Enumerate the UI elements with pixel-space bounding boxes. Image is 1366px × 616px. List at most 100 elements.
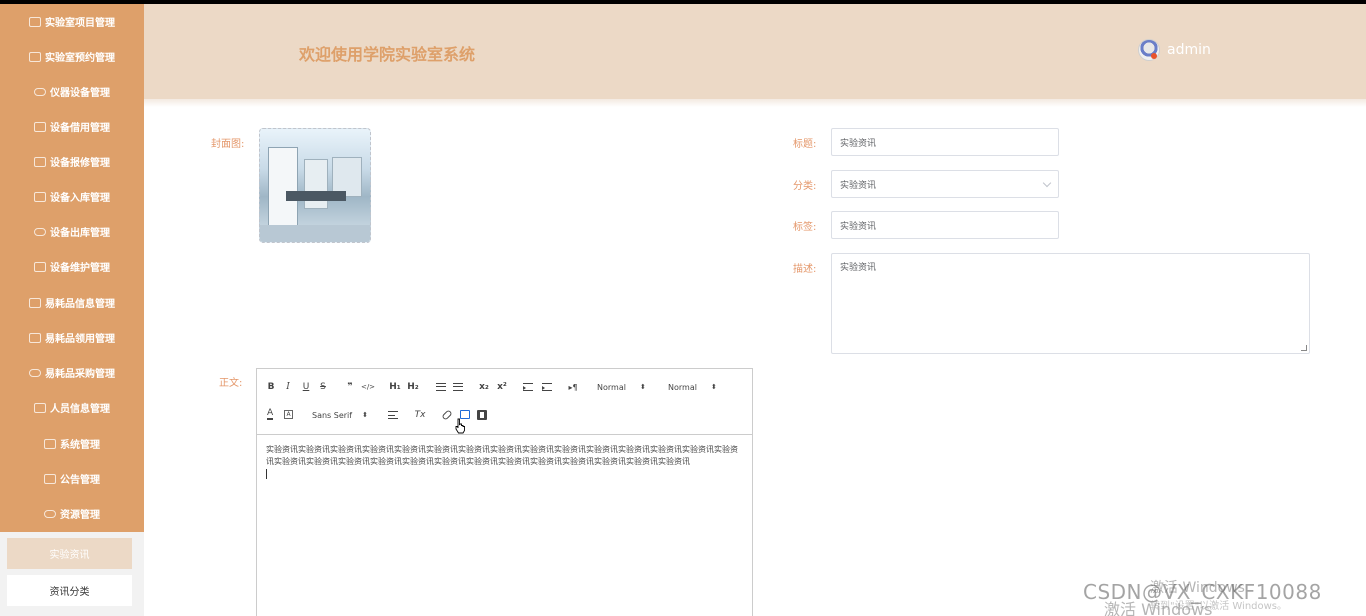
header-shadow	[144, 99, 1366, 107]
sidebar-item-label: 资源管理	[60, 510, 100, 521]
sidebar-item-consumable-purchase[interactable]: 易耗品采购管理	[0, 355, 144, 390]
body-label: 正文:	[219, 378, 243, 389]
font-color-icon[interactable]: A	[267, 409, 274, 420]
sidebar-item-repair-report[interactable]: 设备报修管理	[0, 144, 144, 179]
edit-icon	[34, 261, 46, 272]
sidebar-item-system[interactable]: 系统管理	[0, 426, 144, 461]
editor-content[interactable]: 实验资讯实验资讯实验资讯实验资讯实验资讯实验资讯实验资讯实验资讯实验资讯实验资讯…	[266, 444, 744, 483]
sidebar-item-personnel[interactable]: 人员信息管理	[0, 390, 144, 425]
font-select-value: Sans Serif	[312, 410, 353, 420]
bold-button[interactable]: B	[266, 380, 276, 394]
document-icon	[34, 156, 46, 167]
category-value: 实验资讯	[840, 180, 877, 191]
tag-input[interactable]: 实验资讯	[831, 211, 1059, 239]
align-icon[interactable]	[388, 411, 398, 419]
font-select[interactable]: Sans Serif ⬍	[312, 408, 368, 422]
text-caret	[266, 469, 267, 479]
sidebar-item-maintenance[interactable]: 设备维护管理	[0, 249, 144, 284]
subscript-button[interactable]: x₂	[477, 380, 491, 394]
cover-image-upload[interactable]	[259, 128, 371, 243]
clean-format-button[interactable]: Tx	[414, 408, 426, 422]
table-icon	[44, 438, 56, 449]
edit-icon	[44, 473, 56, 484]
sidebar-item-label: 人员信息管理	[50, 404, 110, 415]
cloud-icon	[44, 509, 56, 518]
sidebar-item-label: 公告管理	[60, 475, 100, 486]
sidebar-item-resources[interactable]: 资源管理	[0, 496, 144, 531]
table-icon	[29, 332, 41, 343]
sidebar-item-label: 实验室项目管理	[45, 18, 115, 29]
bullet-list-icon[interactable]	[453, 383, 463, 391]
editor-toolbar: B I U S ❞ </> H₁ H₂ x₂ x² ▸¶ Normal ⬍ Nor…	[257, 369, 752, 435]
sidebar-item-stock-out[interactable]: 设备出库管理	[0, 214, 144, 249]
updown-icon: ⬍	[639, 383, 646, 391]
indent-icon[interactable]	[542, 383, 552, 391]
sidebar-item-label: 系统管理	[60, 440, 100, 451]
sidebar-item-label: 设备出库管理	[50, 228, 110, 239]
top-header: 欢迎使用学院实验室系统 admin	[144, 4, 1366, 99]
underline-button[interactable]: U	[301, 380, 311, 394]
table-icon	[29, 16, 41, 27]
blockquote-button[interactable]: ❞	[344, 380, 356, 394]
title-input[interactable]: 实验资讯	[831, 128, 1059, 156]
video-icon[interactable]	[477, 410, 487, 420]
username[interactable]: admin	[1167, 42, 1211, 58]
ordered-list-icon[interactable]	[436, 383, 446, 391]
sidebar-item-lab-booking[interactable]: 实验室预约管理	[0, 39, 144, 74]
background-color-icon[interactable]: A	[284, 410, 293, 419]
sidebar-item-stock-in[interactable]: 设备入库管理	[0, 179, 144, 214]
strike-button[interactable]: S	[318, 380, 328, 394]
cover-image-detail	[268, 147, 298, 227]
updown-icon: ⬍	[710, 383, 717, 391]
resize-handle-icon[interactable]	[1301, 345, 1307, 351]
category-label: 分类:	[793, 181, 817, 192]
edit-icon	[34, 402, 46, 413]
sidebar-item-consumable-info[interactable]: 易耗品信息管理	[0, 285, 144, 320]
superscript-button[interactable]: x²	[495, 380, 509, 394]
sidebar-item-label: 设备报修管理	[50, 158, 110, 169]
avatar[interactable]	[1138, 39, 1160, 61]
description-value: 实验资讯	[840, 263, 877, 273]
header-select[interactable]: Normal ⬍	[668, 380, 717, 394]
category-select[interactable]: 实验资讯	[831, 170, 1059, 198]
windows-activation-hint: 转到"设置"以激活 Windows。	[1150, 601, 1288, 612]
cover-image-detail	[286, 191, 346, 201]
italic-button[interactable]: I	[283, 380, 293, 394]
sidebar-item-lab-project[interactable]: 实验室项目管理	[0, 4, 144, 39]
h1-button[interactable]: H₁	[388, 380, 402, 394]
hand-cursor-icon	[455, 418, 465, 434]
outdent-icon[interactable]	[523, 383, 533, 391]
updown-icon: ⬍	[362, 411, 368, 419]
sidebar-item-label: 实验室预约管理	[45, 53, 115, 64]
submenu-item-lab-news[interactable]: 实验资讯	[7, 538, 132, 569]
cover-image-detail	[260, 225, 370, 242]
header-select-value: Normal	[668, 382, 697, 392]
cloud-icon	[34, 227, 46, 236]
cloud-icon	[34, 87, 46, 96]
desc-label: 描述:	[793, 264, 817, 275]
document-icon	[29, 297, 41, 308]
submenu-item-news-category[interactable]: 资讯分类	[7, 575, 132, 606]
cloud-icon	[29, 368, 41, 377]
description-textarea[interactable]: 实验资讯	[831, 253, 1310, 354]
sidebar-item-consumable-use[interactable]: 易耗品领用管理	[0, 320, 144, 355]
sidebar: 实验室项目管理 实验室预约管理 仪器设备管理 设备借用管理 设备报修管理 设备入…	[0, 4, 144, 616]
h2-button[interactable]: H₂	[406, 380, 420, 394]
cover-label: 封面图:	[211, 139, 245, 150]
sidebar-item-label: 仪器设备管理	[50, 88, 110, 99]
text-direction-button[interactable]: ▸¶	[566, 380, 580, 394]
sidebar-item-label: 易耗品信息管理	[45, 299, 115, 310]
chevron-down-icon	[1042, 178, 1052, 188]
sidebar-item-label: 设备维护管理	[50, 263, 110, 274]
sidebar-item-borrow[interactable]: 设备借用管理	[0, 109, 144, 144]
sidebar-item-label: 易耗品领用管理	[45, 334, 115, 345]
title-label: 标题:	[793, 139, 817, 150]
edit-icon	[34, 191, 46, 202]
link-icon[interactable]	[441, 409, 453, 421]
size-select[interactable]: Normal ⬍	[597, 380, 646, 394]
edit-icon	[29, 51, 41, 62]
sidebar-item-instruments[interactable]: 仪器设备管理	[0, 74, 144, 109]
code-block-button[interactable]: </>	[361, 380, 375, 394]
sidebar-item-label: 易耗品采购管理	[45, 369, 115, 380]
sidebar-item-announcement[interactable]: 公告管理	[0, 461, 144, 496]
